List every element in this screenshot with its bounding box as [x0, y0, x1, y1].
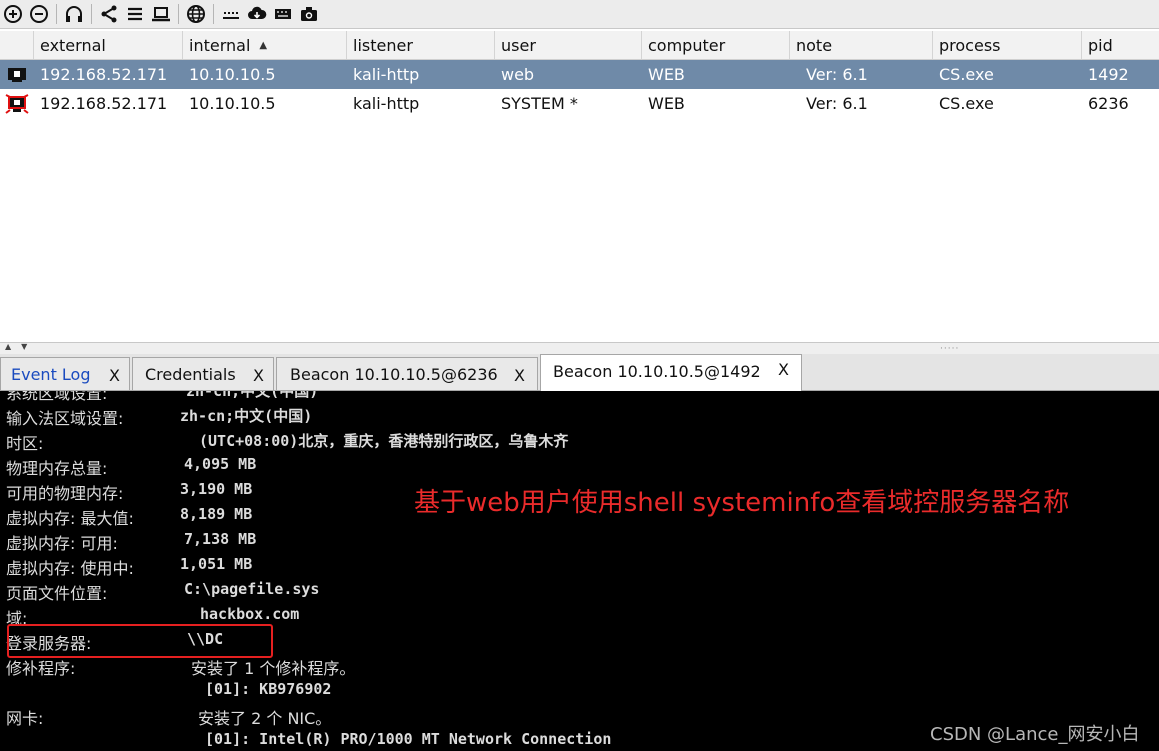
column-header-note[interactable]: note: [790, 31, 933, 59]
headphones-icon[interactable]: [61, 1, 87, 27]
cell-user: web: [501, 65, 535, 84]
tab-credentials[interactable]: Credentials X: [132, 357, 274, 390]
toolbar-separator: [56, 4, 57, 24]
column-header-computer[interactable]: computer: [642, 31, 790, 59]
console-line: 虚拟内存: 使用中: 1,051 MB: [6, 555, 253, 578]
console-line: 修补程序: 安装了 1 个修补程序。: [6, 659, 356, 678]
tab-label: Credentials: [145, 364, 236, 384]
toolbar-separator: [213, 4, 214, 24]
disconnect-icon[interactable]: [26, 1, 52, 27]
splitter-grip-icon[interactable]: ·····: [940, 344, 959, 354]
keyboard-icon[interactable]: [270, 1, 296, 27]
annotation-text: 基于web用户使用shell systeminfo查看域控服务器名称: [414, 488, 1070, 518]
column-header-listener[interactable]: listener: [347, 31, 495, 59]
console-line: 可用的物理内存: 3,190 MB: [6, 480, 253, 503]
cell-external: 192.168.52.171: [40, 65, 168, 84]
column-header-icon[interactable]: [0, 31, 34, 59]
list-icon[interactable]: [122, 1, 148, 27]
toolbar: [0, 0, 1159, 29]
column-header-process[interactable]: process: [933, 31, 1082, 59]
tab-event-log[interactable]: Event Log X: [0, 357, 130, 390]
column-header-user[interactable]: user: [495, 31, 642, 59]
camera-icon[interactable]: [296, 1, 322, 27]
cell-listener: kali-http: [353, 94, 420, 113]
console-line: 物理内存总量: 4,095 MB: [6, 455, 257, 478]
toolbar-separator: [178, 4, 179, 24]
tab-close-button[interactable]: X: [514, 366, 525, 385]
cell-internal: 10.10.10.5: [189, 65, 276, 84]
console-line: 系统区域设置: zh-cn;中文(中国): [6, 391, 319, 403]
table-header: external internal ▲ listener user compute…: [0, 31, 1159, 60]
console-line: 输入法区域设置: zh-cn;中文(中国): [6, 407, 313, 428]
column-header-internal[interactable]: internal ▲: [183, 31, 347, 59]
laptop-icon[interactable]: [148, 1, 174, 27]
highlight-box: [7, 624, 273, 658]
cell-computer: WEB: [648, 65, 685, 84]
column-header-pid[interactable]: pid: [1082, 31, 1159, 59]
tab-label: Beacon 10.10.10.5@1492: [553, 361, 761, 381]
beacon-session-icon: [0, 67, 34, 83]
cell-user: SYSTEM *: [501, 94, 578, 113]
globe-icon[interactable]: [183, 1, 209, 27]
tab-beacon-6236[interactable]: Beacon 10.10.10.5@6236 X: [276, 357, 538, 390]
console-line: 网卡: 安装了 2 个 NIC。: [6, 709, 332, 728]
cell-process: CS.exe: [939, 65, 994, 84]
tab-label: Beacon 10.10.10.5@6236: [290, 364, 498, 384]
beacon-console[interactable]: 系统区域设置: zh-cn;中文(中国) 输入法区域设置: zh-cn;中文(中国)…: [0, 391, 1159, 751]
console-line: 虚拟内存: 最大值: 8,189 MB: [6, 505, 253, 528]
toolbar-separator: [91, 4, 92, 24]
cell-computer: WEB: [648, 94, 685, 113]
beacon-system-session-icon: [0, 93, 34, 114]
cell-external: 192.168.52.171: [40, 94, 168, 113]
console-line: 虚拟内存: 可用: 7,138 MB: [6, 530, 257, 553]
column-header-external[interactable]: external: [34, 31, 183, 59]
cloud-download-icon[interactable]: [244, 1, 270, 27]
share-icon[interactable]: [96, 1, 122, 27]
cell-pid: 6236: [1088, 94, 1129, 113]
console-line: 页面文件位置: C:\pagefile.sys: [6, 580, 320, 603]
splitter-arrows-icon[interactable]: ▲▼: [5, 342, 37, 351]
tab-beacon-1492[interactable]: Beacon 10.10.10.5@1492 X: [540, 354, 802, 391]
cell-internal: 10.10.10.5: [189, 94, 276, 113]
cell-process: CS.exe: [939, 94, 994, 113]
table-row[interactable]: 192.168.52.171 10.10.10.5 kali-http web …: [0, 60, 1159, 89]
keyboard-dots-icon[interactable]: [218, 1, 244, 27]
connect-icon[interactable]: [0, 1, 26, 27]
cell-listener: kali-http: [353, 65, 420, 84]
tab-close-button[interactable]: X: [778, 360, 789, 379]
cell-note: Ver: 6.1: [806, 65, 868, 84]
tab-close-button[interactable]: X: [109, 366, 120, 385]
cell-note: Ver: 6.1: [806, 94, 868, 113]
watermark: CSDN @Lance_网安小白: [930, 724, 1140, 745]
cell-pid: 1492: [1088, 65, 1129, 84]
sort-asc-icon: ▲: [259, 39, 268, 51]
console-line: 时区: (UTC+08:00)北京，重庆，香港特别行政区，乌鲁木齐: [6, 432, 569, 453]
tab-label: Event Log: [11, 364, 91, 384]
sessions-table: external internal ▲ listener user compute…: [0, 31, 1159, 118]
tab-bar: Event Log X Credentials X Beacon 10.10.1…: [0, 354, 1159, 391]
table-row[interactable]: 192.168.52.171 10.10.10.5 kali-http SYST…: [0, 89, 1159, 118]
tab-close-button[interactable]: X: [253, 366, 264, 385]
